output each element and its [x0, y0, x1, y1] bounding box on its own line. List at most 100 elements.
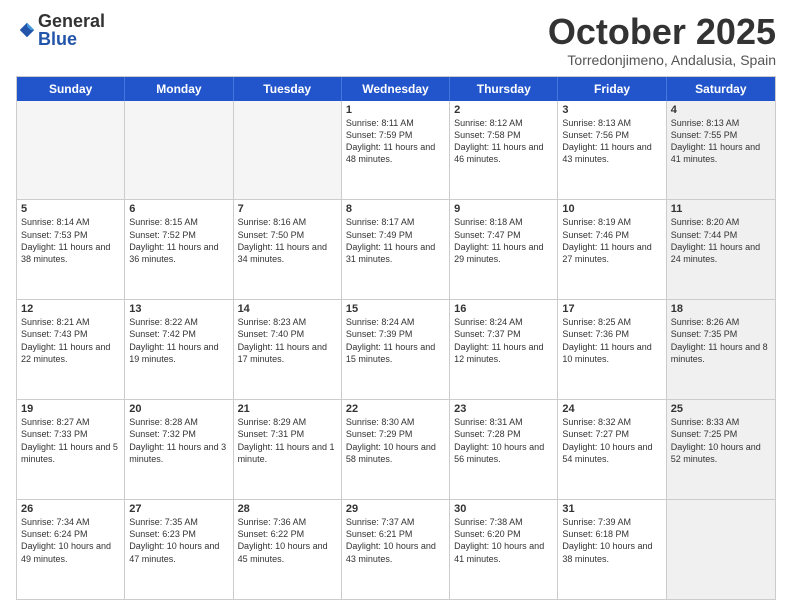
- calendar: SundayMondayTuesdayWednesdayThursdayFrid…: [16, 76, 776, 600]
- day-cell-5: 5Sunrise: 8:14 AM Sunset: 7:53 PM Daylig…: [17, 200, 125, 299]
- weekday-header-tuesday: Tuesday: [234, 77, 342, 101]
- cell-info: Sunrise: 8:20 AM Sunset: 7:44 PM Dayligh…: [671, 216, 771, 265]
- cell-info: Sunrise: 7:36 AM Sunset: 6:22 PM Dayligh…: [238, 516, 337, 565]
- day-cell-19: 19Sunrise: 8:27 AM Sunset: 7:33 PM Dayli…: [17, 400, 125, 499]
- day-cell-28: 28Sunrise: 7:36 AM Sunset: 6:22 PM Dayli…: [234, 500, 342, 599]
- title-block: October 2025 Torredonjimeno, Andalusia, …: [548, 12, 776, 68]
- empty-cell-0-2: [234, 101, 342, 200]
- day-number: 24: [562, 403, 661, 415]
- day-number: 9: [454, 203, 553, 215]
- day-number: 1: [346, 104, 445, 116]
- header: General Blue October 2025 Torredonjimeno…: [16, 12, 776, 68]
- calendar-row-0: 1Sunrise: 8:11 AM Sunset: 7:59 PM Daylig…: [17, 101, 775, 200]
- cell-info: Sunrise: 7:35 AM Sunset: 6:23 PM Dayligh…: [129, 516, 228, 565]
- day-cell-8: 8Sunrise: 8:17 AM Sunset: 7:49 PM Daylig…: [342, 200, 450, 299]
- cell-info: Sunrise: 8:19 AM Sunset: 7:46 PM Dayligh…: [562, 216, 661, 265]
- day-number: 22: [346, 403, 445, 415]
- cell-info: Sunrise: 8:24 AM Sunset: 7:39 PM Dayligh…: [346, 316, 445, 365]
- day-cell-15: 15Sunrise: 8:24 AM Sunset: 7:39 PM Dayli…: [342, 300, 450, 399]
- cell-info: Sunrise: 8:30 AM Sunset: 7:29 PM Dayligh…: [346, 416, 445, 465]
- weekday-header-wednesday: Wednesday: [342, 77, 450, 101]
- day-cell-1: 1Sunrise: 8:11 AM Sunset: 7:59 PM Daylig…: [342, 101, 450, 200]
- calendar-row-3: 19Sunrise: 8:27 AM Sunset: 7:33 PM Dayli…: [17, 399, 775, 499]
- cell-info: Sunrise: 8:22 AM Sunset: 7:42 PM Dayligh…: [129, 316, 228, 365]
- cell-info: Sunrise: 8:11 AM Sunset: 7:59 PM Dayligh…: [346, 117, 445, 166]
- cell-info: Sunrise: 8:23 AM Sunset: 7:40 PM Dayligh…: [238, 316, 337, 365]
- calendar-row-2: 12Sunrise: 8:21 AM Sunset: 7:43 PM Dayli…: [17, 299, 775, 399]
- day-cell-31: 31Sunrise: 7:39 AM Sunset: 6:18 PM Dayli…: [558, 500, 666, 599]
- cell-info: Sunrise: 8:29 AM Sunset: 7:31 PM Dayligh…: [238, 416, 337, 465]
- day-number: 5: [21, 203, 120, 215]
- cell-info: Sunrise: 8:27 AM Sunset: 7:33 PM Dayligh…: [21, 416, 120, 465]
- empty-cell-4-6: [667, 500, 775, 599]
- day-cell-21: 21Sunrise: 8:29 AM Sunset: 7:31 PM Dayli…: [234, 400, 342, 499]
- day-number: 13: [129, 303, 228, 315]
- logo: General Blue: [16, 12, 105, 48]
- day-cell-10: 10Sunrise: 8:19 AM Sunset: 7:46 PM Dayli…: [558, 200, 666, 299]
- location: Torredonjimeno, Andalusia, Spain: [548, 52, 776, 68]
- day-number: 7: [238, 203, 337, 215]
- weekday-header-thursday: Thursday: [450, 77, 558, 101]
- day-cell-12: 12Sunrise: 8:21 AM Sunset: 7:43 PM Dayli…: [17, 300, 125, 399]
- day-cell-27: 27Sunrise: 7:35 AM Sunset: 6:23 PM Dayli…: [125, 500, 233, 599]
- weekday-header-saturday: Saturday: [667, 77, 775, 101]
- day-number: 19: [21, 403, 120, 415]
- day-cell-29: 29Sunrise: 7:37 AM Sunset: 6:21 PM Dayli…: [342, 500, 450, 599]
- weekday-header-friday: Friday: [558, 77, 666, 101]
- day-number: 11: [671, 203, 771, 215]
- cell-info: Sunrise: 8:16 AM Sunset: 7:50 PM Dayligh…: [238, 216, 337, 265]
- day-number: 16: [454, 303, 553, 315]
- day-cell-30: 30Sunrise: 7:38 AM Sunset: 6:20 PM Dayli…: [450, 500, 558, 599]
- day-cell-4: 4Sunrise: 8:13 AM Sunset: 7:55 PM Daylig…: [667, 101, 775, 200]
- calendar-header: SundayMondayTuesdayWednesdayThursdayFrid…: [17, 77, 775, 101]
- day-cell-25: 25Sunrise: 8:33 AM Sunset: 7:25 PM Dayli…: [667, 400, 775, 499]
- day-cell-18: 18Sunrise: 8:26 AM Sunset: 7:35 PM Dayli…: [667, 300, 775, 399]
- day-number: 10: [562, 203, 661, 215]
- day-number: 14: [238, 303, 337, 315]
- day-number: 4: [671, 104, 771, 116]
- month-title: October 2025: [548, 12, 776, 52]
- cell-info: Sunrise: 8:13 AM Sunset: 7:55 PM Dayligh…: [671, 117, 771, 166]
- logo-general: General: [38, 12, 105, 30]
- day-number: 17: [562, 303, 661, 315]
- cell-info: Sunrise: 8:31 AM Sunset: 7:28 PM Dayligh…: [454, 416, 553, 465]
- day-number: 6: [129, 203, 228, 215]
- day-cell-13: 13Sunrise: 8:22 AM Sunset: 7:42 PM Dayli…: [125, 300, 233, 399]
- day-number: 12: [21, 303, 120, 315]
- day-cell-20: 20Sunrise: 8:28 AM Sunset: 7:32 PM Dayli…: [125, 400, 233, 499]
- day-cell-23: 23Sunrise: 8:31 AM Sunset: 7:28 PM Dayli…: [450, 400, 558, 499]
- day-number: 25: [671, 403, 771, 415]
- day-number: 30: [454, 503, 553, 515]
- day-cell-17: 17Sunrise: 8:25 AM Sunset: 7:36 PM Dayli…: [558, 300, 666, 399]
- cell-info: Sunrise: 8:17 AM Sunset: 7:49 PM Dayligh…: [346, 216, 445, 265]
- cell-info: Sunrise: 8:33 AM Sunset: 7:25 PM Dayligh…: [671, 416, 771, 465]
- cell-info: Sunrise: 8:32 AM Sunset: 7:27 PM Dayligh…: [562, 416, 661, 465]
- weekday-header-monday: Monday: [125, 77, 233, 101]
- day-number: 28: [238, 503, 337, 515]
- weekday-header-sunday: Sunday: [17, 77, 125, 101]
- cell-info: Sunrise: 8:28 AM Sunset: 7:32 PM Dayligh…: [129, 416, 228, 465]
- day-number: 2: [454, 104, 553, 116]
- day-number: 26: [21, 503, 120, 515]
- day-number: 8: [346, 203, 445, 215]
- cell-info: Sunrise: 8:24 AM Sunset: 7:37 PM Dayligh…: [454, 316, 553, 365]
- day-number: 29: [346, 503, 445, 515]
- day-cell-3: 3Sunrise: 8:13 AM Sunset: 7:56 PM Daylig…: [558, 101, 666, 200]
- cell-info: Sunrise: 8:26 AM Sunset: 7:35 PM Dayligh…: [671, 316, 771, 365]
- page: General Blue October 2025 Torredonjimeno…: [0, 0, 792, 612]
- day-number: 15: [346, 303, 445, 315]
- cell-info: Sunrise: 7:37 AM Sunset: 6:21 PM Dayligh…: [346, 516, 445, 565]
- calendar-body: 1Sunrise: 8:11 AM Sunset: 7:59 PM Daylig…: [17, 101, 775, 599]
- day-cell-22: 22Sunrise: 8:30 AM Sunset: 7:29 PM Dayli…: [342, 400, 450, 499]
- day-number: 31: [562, 503, 661, 515]
- calendar-row-4: 26Sunrise: 7:34 AM Sunset: 6:24 PM Dayli…: [17, 499, 775, 599]
- day-cell-26: 26Sunrise: 7:34 AM Sunset: 6:24 PM Dayli…: [17, 500, 125, 599]
- logo-text: General Blue: [38, 12, 105, 48]
- day-number: 23: [454, 403, 553, 415]
- day-cell-14: 14Sunrise: 8:23 AM Sunset: 7:40 PM Dayli…: [234, 300, 342, 399]
- day-number: 21: [238, 403, 337, 415]
- cell-info: Sunrise: 7:34 AM Sunset: 6:24 PM Dayligh…: [21, 516, 120, 565]
- empty-cell-0-1: [125, 101, 233, 200]
- day-cell-9: 9Sunrise: 8:18 AM Sunset: 7:47 PM Daylig…: [450, 200, 558, 299]
- cell-info: Sunrise: 8:12 AM Sunset: 7:58 PM Dayligh…: [454, 117, 553, 166]
